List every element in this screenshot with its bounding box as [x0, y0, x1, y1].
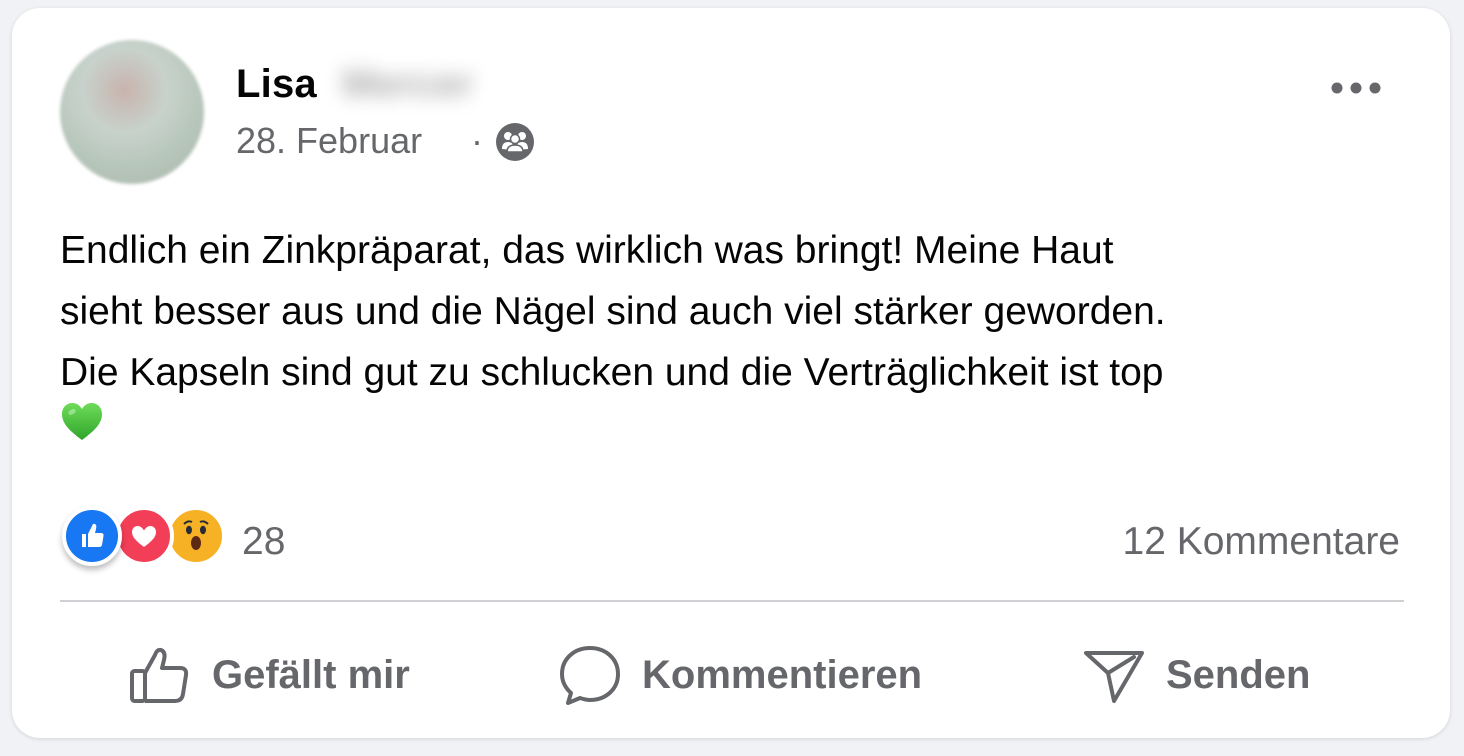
meta-separator: ·	[471, 120, 483, 161]
comments-count[interactable]: 12 Kommentare	[1123, 520, 1400, 564]
green-heart-emoji	[62, 403, 102, 440]
author-surname-blurred: Mercer	[342, 62, 474, 106]
reaction-count[interactable]: 28	[242, 520, 285, 564]
love-reaction-icon	[114, 506, 174, 566]
post-date[interactable]: 28. Februar	[236, 120, 422, 162]
post-card: Lisa Mercer 28. Februar · Endlich ein Zi…	[12, 8, 1450, 738]
reaction-icons[interactable]	[62, 506, 230, 570]
comment-label: Kommentieren	[642, 652, 923, 697]
like-button[interactable]: Gefällt mir	[128, 630, 410, 720]
send-icon	[1084, 651, 1144, 703]
more-options-icon[interactable]	[1328, 74, 1384, 102]
divider	[60, 600, 1404, 602]
send-button[interactable]: Senden	[1082, 630, 1310, 720]
author-name[interactable]: Lisa	[236, 62, 317, 107]
thumbs-up-icon	[130, 647, 189, 703]
like-reaction-icon	[62, 506, 122, 566]
comment-bubble-icon	[560, 646, 620, 705]
wow-reaction-icon	[166, 506, 226, 566]
like-label: Gefällt mir	[212, 652, 410, 697]
comment-button[interactable]: Kommentieren	[558, 630, 922, 720]
group-icon	[496, 123, 534, 161]
send-label: Senden	[1166, 652, 1311, 697]
post-text: Endlich ein Zinkpräparat, das wirklich w…	[60, 229, 1166, 394]
avatar[interactable]	[60, 40, 204, 184]
